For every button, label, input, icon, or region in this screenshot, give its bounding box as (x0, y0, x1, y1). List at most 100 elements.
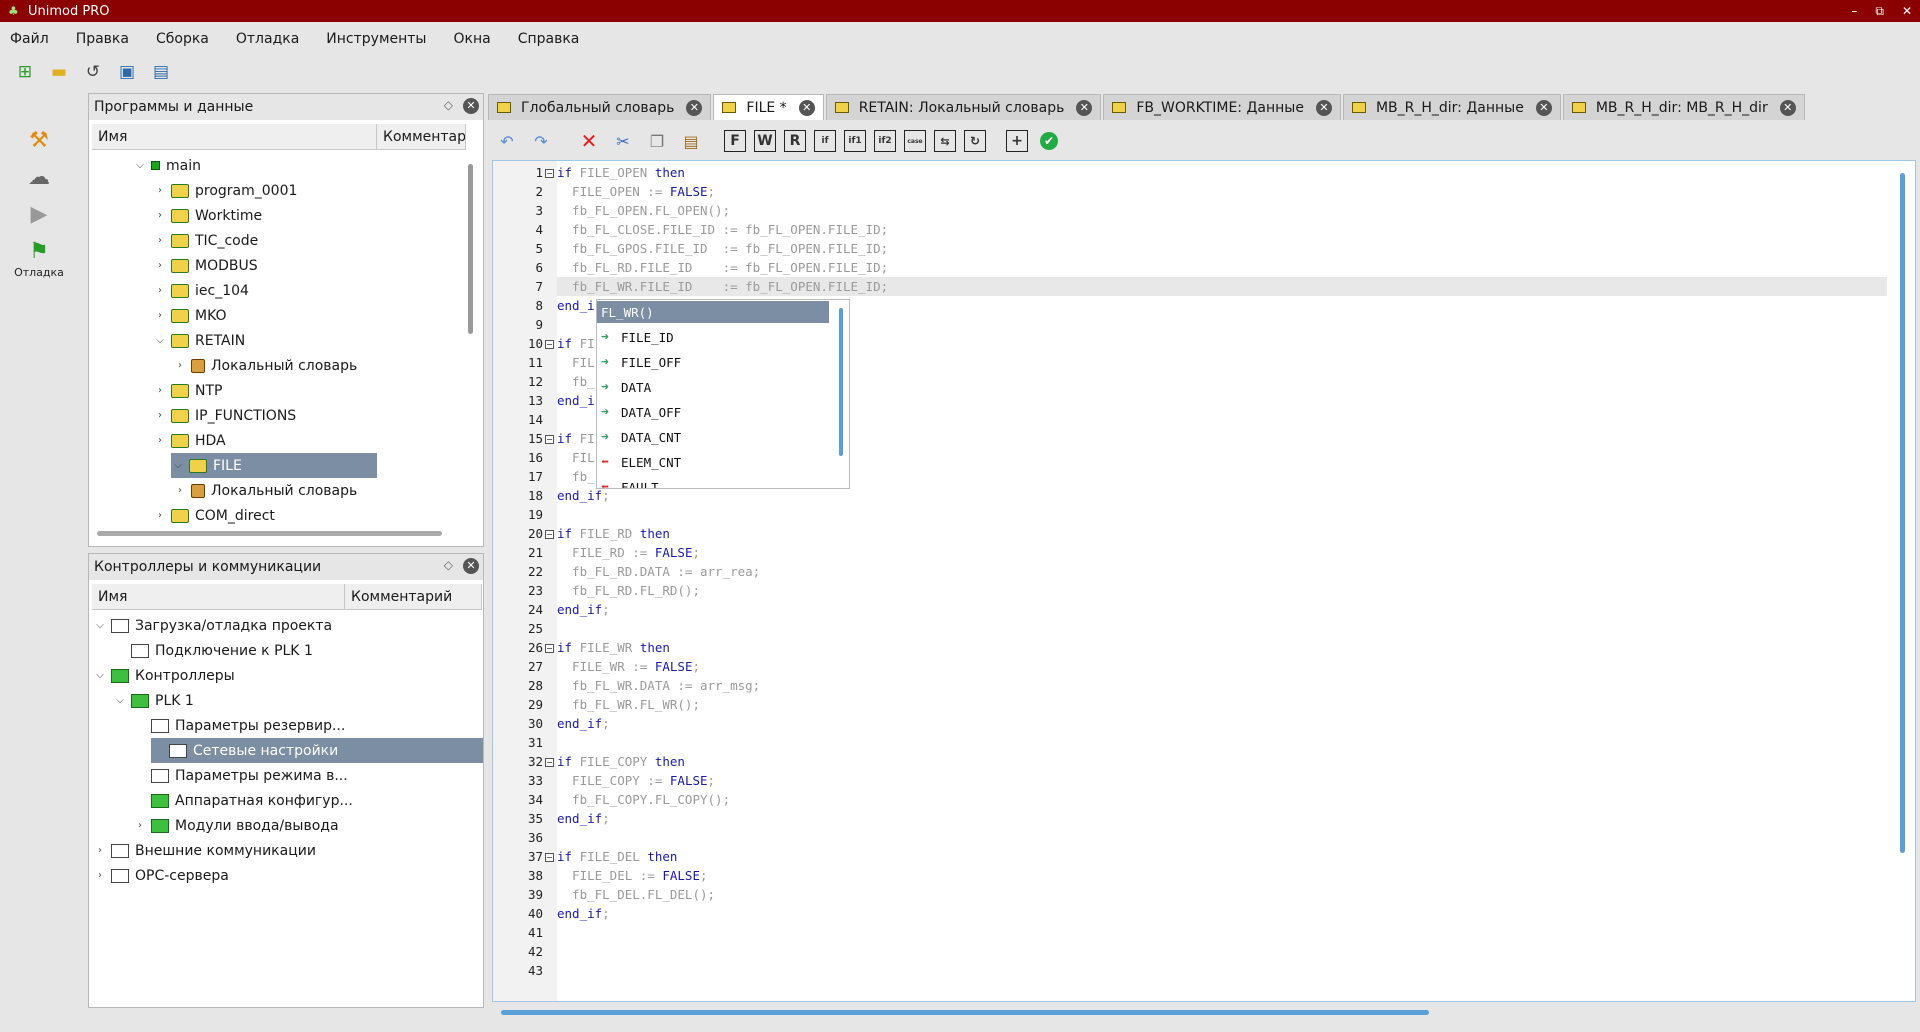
tree-item[interactable]: ⌵ Загрузка/отладка проекта (93, 613, 332, 638)
autocomplete-item[interactable]: ➜ DATA (597, 376, 829, 398)
insert-f-button[interactable]: F (724, 130, 746, 152)
tree-item[interactable]: Параметры режима в... (133, 763, 348, 788)
autocomplete-item[interactable]: ⬅ FAULT (597, 476, 829, 489)
paste-icon[interactable]: ▤ (678, 128, 704, 154)
tree-item[interactable]: › HDA (153, 428, 226, 453)
debug-button[interactable]: ⚑ Отладка (0, 239, 78, 279)
autocomplete-item[interactable]: ➜ FILE_OFF (597, 351, 829, 373)
close-tab-icon[interactable]: ✕ (1779, 99, 1796, 116)
column-name[interactable]: Имя (92, 584, 345, 609)
menu-help[interactable]: Справка (518, 27, 593, 51)
close-panel-button[interactable]: ✕ (463, 98, 479, 114)
tree-item[interactable]: Подключение к PLK 1 (113, 638, 313, 663)
editor-tab[interactable]: Глобальный словарь ✕ (488, 94, 712, 120)
menu-edit[interactable]: Правка (76, 27, 142, 51)
tree-item[interactable]: › Модули ввода/вывода (133, 813, 339, 838)
autocomplete-item[interactable]: FL_WR() (597, 301, 829, 323)
editor-tab[interactable]: MB_R_H_dir: MB_R_H_dir ✕ (1562, 94, 1805, 120)
upload-cloud-icon[interactable]: ☁ (0, 165, 78, 190)
copy-icon[interactable]: ❐ (644, 128, 670, 154)
fold-toggle-icon[interactable]: − (545, 644, 554, 653)
insert-case-button[interactable]: case (904, 130, 926, 152)
editor-tab[interactable]: RETAIN: Локальный словарь ✕ (825, 94, 1102, 120)
tree-item[interactable]: ⌵ main (133, 153, 201, 178)
tree-item[interactable]: › iec_104 (153, 278, 249, 303)
close-tab-icon[interactable]: ✕ (686, 99, 703, 116)
tree-item[interactable]: › Локальный словарь (173, 478, 357, 503)
expand-arrow-icon[interactable]: › (153, 210, 167, 221)
fold-toggle-icon[interactable]: − (545, 169, 554, 178)
vertical-scrollbar[interactable] (1900, 173, 1905, 853)
tree-item[interactable]: ⌵ Контроллеры (93, 663, 235, 688)
expand-arrow-icon[interactable]: › (153, 235, 167, 246)
tree-item[interactable]: Сетевые настройки (151, 738, 483, 763)
vertical-scrollbar[interactable] (468, 164, 473, 334)
horizontal-scrollbar[interactable] (97, 531, 442, 536)
tree-item[interactable]: › NTP (153, 378, 222, 403)
tree-item[interactable]: › Worktime (153, 203, 262, 228)
fold-toggle-icon[interactable]: − (545, 758, 554, 767)
collapse-arrow-icon[interactable]: ⌵ (93, 620, 107, 631)
horizontal-scrollbar[interactable] (501, 1010, 1429, 1015)
close-tab-icon[interactable]: ✕ (1315, 99, 1332, 116)
build-icon[interactable]: ⚒ (0, 128, 78, 153)
expand-arrow-icon[interactable]: › (153, 285, 167, 296)
tree-item[interactable]: ⌵ RETAIN (153, 328, 245, 353)
autocomplete-scrollbar[interactable] (839, 308, 843, 456)
menu-debug[interactable]: Отладка (236, 27, 312, 51)
column-comment[interactable]: Комментарий (377, 124, 466, 149)
fold-toggle-icon[interactable]: − (545, 340, 554, 349)
redo-icon[interactable]: ↷ (528, 128, 554, 154)
editor-tab[interactable]: MB_R_H_dir: Данные ✕ (1342, 94, 1561, 120)
insert-if-button[interactable]: if (814, 130, 836, 152)
expand-arrow-icon[interactable]: › (153, 410, 167, 421)
insert-repeat-icon[interactable]: ↻ (964, 130, 986, 152)
close-tab-icon[interactable]: ✕ (1076, 99, 1093, 116)
tree-item[interactable]: Аппаратная конфигур... (133, 788, 353, 813)
tree-item[interactable]: ⌵ PLK 1 (113, 688, 194, 713)
expand-arrow-icon[interactable]: › (153, 260, 167, 271)
menu-windows[interactable]: Окна (453, 27, 503, 51)
editor-tab[interactable]: FILE * ✕ (713, 94, 824, 120)
expand-arrow-icon[interactable]: › (153, 510, 167, 521)
maximize-button[interactable]: ⧉ (1875, 0, 1884, 22)
undo-icon[interactable]: ↶ (494, 128, 520, 154)
insert-loop-icon[interactable]: ⇆ (934, 130, 956, 152)
expand-arrow-icon[interactable]: › (93, 845, 107, 856)
expand-arrow-icon[interactable]: › (153, 185, 167, 196)
tree-item[interactable]: › COM_direct (153, 503, 275, 528)
collapse-arrow-icon[interactable]: ⌵ (171, 460, 185, 471)
insert-w-button[interactable]: W (754, 130, 776, 152)
collapse-arrow-icon[interactable]: ⌵ (113, 695, 127, 706)
cut-icon[interactable]: ✂ (610, 128, 636, 154)
expand-arrow-icon[interactable]: › (153, 435, 167, 446)
menu-file[interactable]: Файл (10, 27, 62, 51)
tree-item[interactable]: › TIC_code (153, 228, 258, 253)
menu-build[interactable]: Сборка (156, 27, 222, 51)
save-all-icon[interactable]: ▤ (150, 61, 172, 83)
expand-arrow-icon[interactable]: › (173, 485, 187, 496)
expand-arrow-icon[interactable]: › (153, 385, 167, 396)
tree-item[interactable]: › MODBUS (153, 253, 258, 278)
insert-r-button[interactable]: R (784, 130, 806, 152)
column-comment[interactable]: Комментарий (345, 584, 482, 609)
autocomplete-item[interactable]: ⬅ ELEM_CNT (597, 451, 829, 473)
insert-if1-button[interactable]: if1 (844, 130, 866, 152)
new-icon[interactable]: ⊞ (14, 61, 36, 83)
collapse-arrow-icon[interactable]: ⌵ (153, 335, 167, 346)
autocomplete-item[interactable]: ➜ FILE_ID (597, 326, 829, 348)
tree-item[interactable]: Параметры резервир... (133, 713, 345, 738)
autocomplete-item[interactable]: ➜ DATA_OFF (597, 401, 829, 423)
close-panel-button[interactable]: ✕ (463, 558, 479, 574)
run-icon[interactable]: ▶ (0, 202, 78, 227)
expand-arrow-icon[interactable]: › (173, 360, 187, 371)
pin-icon[interactable]: ◇ (444, 558, 453, 572)
column-name[interactable]: Имя (92, 124, 377, 149)
close-tab-icon[interactable]: ✕ (1535, 99, 1552, 116)
autocomplete-item[interactable]: ➜ DATA_CNT (597, 426, 829, 448)
fold-toggle-icon[interactable]: − (545, 530, 554, 539)
fold-toggle-icon[interactable]: − (545, 435, 554, 444)
tree-item[interactable]: › MKO (153, 303, 227, 328)
tree-item[interactable]: › program_0001 (153, 178, 297, 203)
code-editor[interactable]: 1− if FILE_OPEN then 2 FILE_OPEN := FALSE;… (492, 160, 1916, 1015)
